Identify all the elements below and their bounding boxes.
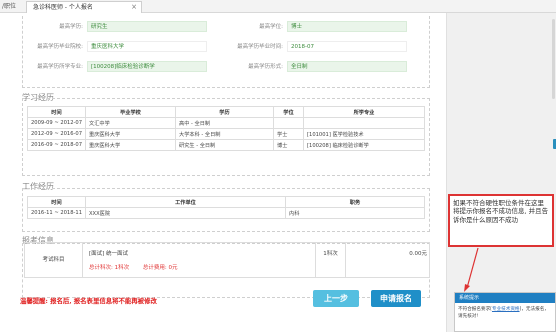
total-subjects: 总计科次: 1科次 [89, 265, 130, 271]
system-toast: 系统提示 不符合报名要求[专业技术资格]，无法报名，请先核对! [454, 292, 556, 332]
toast-prefix: 不符合报名要求[ [458, 307, 492, 312]
exam-totals: 总计科次: 1科次 总计费用: 0元 [89, 263, 189, 271]
column-header: 职务 [285, 196, 425, 208]
education-info-panel: 最高学历: 研究生 最高学位: 博士 最高学历毕业院校: 重庆医科大学 最高学历… [22, 16, 430, 88]
column-header: 学位 [273, 106, 304, 118]
education-row-1: 最高学历: 研究生 最高学位: 博士 [23, 21, 431, 33]
tab-apply-form-label: 急诊科医师 - 个人报名 [33, 4, 93, 11]
annotation-callout: 如果不符合硬性职位条件在这里将提示你报名不成功信息, 并且告诉你是什么原因不成功 [448, 194, 554, 247]
table-row: 2012-09 ~ 2016-07 重庆医科大学 大学本科 - 全日制 学士 [… [27, 128, 425, 140]
table-row: 2016-11 ~ 2018-11 XXX医院 内科 [27, 207, 425, 219]
table-cell: XXX医院 [85, 207, 286, 219]
exam-subject-label: 考试科目 [25, 243, 83, 277]
highest-education-value: 研究生 [87, 21, 207, 32]
exam-quantity: 1科次 [315, 243, 345, 277]
table-cell: [100208] 临床检验诊断学 [303, 139, 425, 151]
table-header-row: 时间 毕业学校 学历 学位 所学专业 [27, 106, 425, 118]
study-form-value: 全日制 [287, 61, 407, 72]
table-cell: 高中 - 全日制 [175, 117, 274, 129]
education-row-3: 最高学历所学专业: [100208]临床检验诊断学 最高学历形式: 全日制 [23, 61, 431, 73]
table-cell [303, 117, 425, 129]
table-cell: 2016-09 ~ 2018-07 [27, 139, 86, 151]
table-cell: 大学本科 - 全日制 [175, 128, 274, 140]
total-fee: 总计费用: 0元 [142, 265, 178, 271]
tab-apply-form[interactable]: 急诊科医师 - 个人报名 × [26, 1, 142, 13]
table-cell: 2009-09 ~ 2012-07 [27, 117, 86, 129]
tab-bar: /职位 急诊科医师 - 个人报名 × [0, 0, 556, 13]
previous-step-button[interactable]: 上一步 [313, 290, 359, 307]
table-cell: 内科 [285, 207, 425, 219]
column-header: 时间 [27, 106, 86, 118]
highest-degree-label: 最高学位: [259, 24, 283, 30]
exam-price: 0.00元 [345, 243, 431, 277]
table-cell [273, 117, 304, 129]
table-cell: 2012-09 ~ 2016-07 [27, 128, 86, 140]
highest-degree-value: 博士 [287, 21, 407, 32]
table-cell: 文汇中学 [85, 117, 176, 129]
scrollbar-thumb[interactable] [552, 19, 555, 99]
exam-subject-name: [面试] 统一面试 [89, 251, 129, 257]
education-row-2: 最高学历毕业院校: 重庆医科大学 最高学历毕业时间: 2018-07 [23, 41, 431, 53]
column-header: 时间 [27, 196, 86, 208]
table-cell: [101001] 医学检验技术 [303, 128, 425, 140]
table-cell: 学士 [273, 128, 304, 140]
warning-notice: 温馨提醒: 报名后, 报名表里信息将不能再被修改 [20, 297, 157, 305]
study-history-table: 时间 毕业学校 学历 学位 所学专业 2009-09 ~ 2012-07 文汇中… [27, 106, 425, 151]
table-cell: 博士 [273, 139, 304, 151]
close-icon[interactable]: × [131, 2, 137, 13]
study-form-label: 最高学历形式: [248, 64, 283, 70]
column-header: 毕业学校 [85, 106, 176, 118]
graduation-date-label: 最高学历毕业时间: [237, 44, 283, 50]
work-history-table: 时间 工作单位 职务 2016-11 ~ 2018-11 XXX医院 内科 [27, 196, 425, 219]
apply-button[interactable]: 申请报名 [371, 290, 421, 307]
right-side-panel [446, 13, 556, 332]
graduate-school-label: 最高学历毕业院校: [37, 44, 83, 50]
main-content: 最高学历: 研究生 最高学位: 博士 最高学历毕业院校: 重庆医科大学 最高学历… [0, 13, 446, 332]
toast-link[interactable]: 专业技术资格 [492, 307, 520, 312]
highest-education-label: 最高学历: [59, 24, 83, 30]
table-cell: 重庆医科大学 [85, 128, 176, 140]
table-row: 2009-09 ~ 2012-07 文汇中学 高中 - 全日制 [27, 117, 425, 129]
graduate-school-value: 重庆医科大学 [87, 41, 207, 52]
exam-subject-row: 考试科目 [面试] 统一面试 总计科次: 1科次 总计费用: 0元 1科次 0.… [24, 242, 430, 278]
column-header: 所学专业 [303, 106, 425, 118]
table-row: 2016-09 ~ 2018-07 重庆医科大学 研究生 - 全日制 博士 [1… [27, 139, 425, 151]
table-header-row: 时间 工作单位 职务 [27, 196, 425, 208]
toast-body: 不符合报名要求[专业技术资格]，无法报名，请先核对! [455, 303, 555, 323]
tab-previous[interactable]: /职位 [2, 2, 16, 11]
graduation-date-value: 2018-07 [287, 41, 407, 52]
column-header: 工作单位 [85, 196, 286, 208]
table-cell: 研究生 - 全日制 [175, 139, 274, 151]
toast-title: 系统提示 [455, 293, 555, 303]
table-cell: 重庆医科大学 [85, 139, 176, 151]
major-value: [100208]临床检验诊断学 [87, 61, 207, 72]
column-header: 学历 [175, 106, 274, 118]
table-cell: 2016-11 ~ 2018-11 [27, 207, 86, 219]
major-label: 最高学历所学专业: [37, 64, 83, 70]
